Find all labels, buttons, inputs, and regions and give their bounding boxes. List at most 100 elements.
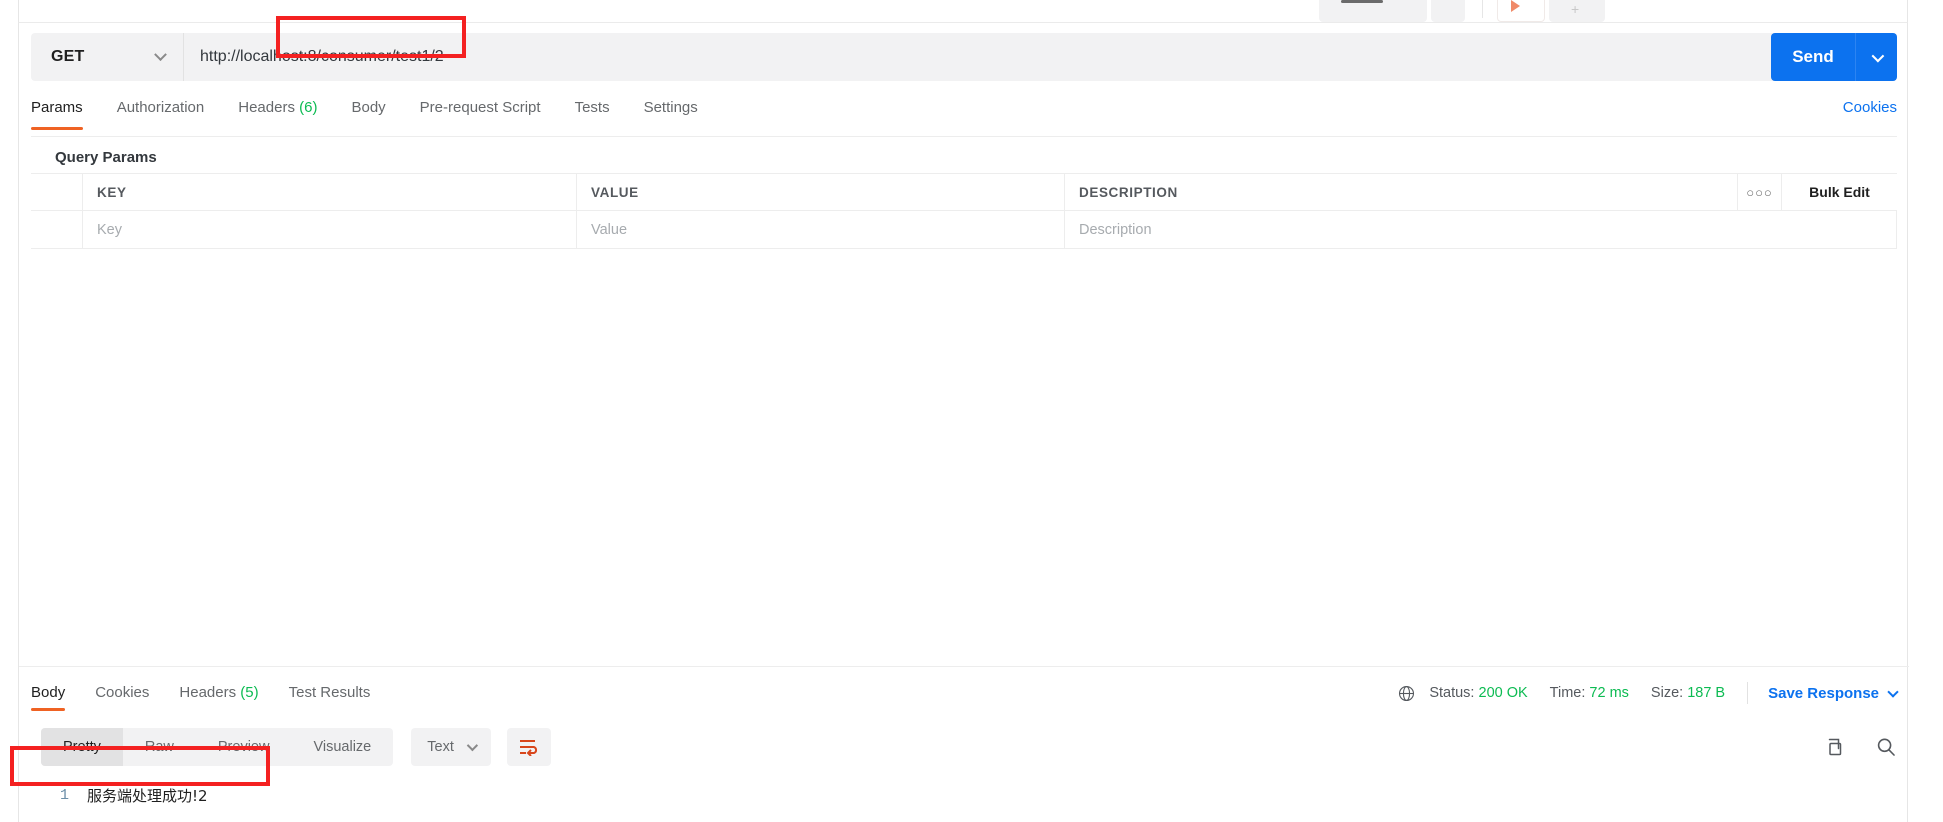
tab-tests[interactable]: Tests	[575, 93, 610, 116]
header-checkbox-cell	[31, 174, 83, 210]
toolbar-ghost-bar-icon	[1341, 0, 1383, 3]
send-options-button[interactable]	[1855, 33, 1897, 81]
cookies-link[interactable]: Cookies	[1843, 99, 1897, 116]
more-options-icon: ○○○	[1746, 184, 1773, 200]
search-button[interactable]	[1875, 736, 1897, 758]
send-button[interactable]: Send	[1771, 33, 1855, 81]
tab-pre-request-script[interactable]: Pre-request Script	[420, 93, 541, 116]
save-response-button[interactable]: Save Response	[1768, 684, 1899, 702]
bulk-edit-button[interactable]: Bulk Edit	[1782, 174, 1897, 210]
plus-icon: +	[1571, 1, 1580, 17]
row-value-input[interactable]: Value	[577, 211, 1065, 248]
query-params-table: KEY VALUE DESCRIPTION ○○○ Bulk Edit Key …	[31, 173, 1897, 249]
view-mode-raw[interactable]: Raw	[123, 728, 196, 766]
copy-icon	[1828, 738, 1842, 756]
tab-label: Authorization	[116, 99, 205, 116]
row-key-input[interactable]: Key	[83, 211, 577, 248]
url-bar: GET http://localhost:8/consumer/test1/2 …	[31, 33, 1897, 81]
tab-headers[interactable]: Headers (6)	[238, 93, 317, 116]
tab-settings[interactable]: Settings	[644, 93, 698, 116]
tab-params[interactable]: Params	[31, 93, 83, 130]
table-header-row: KEY VALUE DESCRIPTION ○○○ Bulk Edit	[31, 173, 1897, 211]
response-status-bar: Status: 200 OK Time: 72 ms Size: 187 B S…	[1398, 682, 1899, 704]
key-placeholder: Key	[97, 221, 122, 238]
table-row: Key Value Description	[31, 211, 1897, 249]
line-number: 1	[59, 786, 69, 804]
play-icon	[1511, 0, 1520, 12]
http-method-selector[interactable]: GET	[31, 33, 183, 81]
chevron-down-icon	[1887, 685, 1899, 698]
status-label: Status:	[1429, 685, 1475, 701]
status-badge: Status: 200 OK	[1429, 685, 1527, 701]
view-mode-visualize[interactable]: Visualize	[291, 728, 393, 766]
status-value: 200 OK	[1478, 685, 1528, 701]
view-mode-switcher: Pretty Raw Preview Visualize	[41, 728, 394, 766]
time-value: 72 ms	[1589, 685, 1629, 701]
response-tab-cookies[interactable]: Cookies	[95, 678, 149, 701]
body-line-text: 服务端处理成功!2	[87, 786, 208, 805]
toolbar-divider	[1482, 0, 1483, 18]
tab-authorization[interactable]: Authorization	[117, 93, 205, 116]
tab-label: Cookies	[95, 684, 150, 701]
tab-label: Headers	[238, 99, 295, 116]
toolbar-ghost-button-2[interactable]	[1431, 0, 1465, 22]
time-label: Time:	[1549, 685, 1586, 701]
tab-body[interactable]: Body	[351, 93, 385, 116]
postman-window: + GET http://localhost:8/consumer/test1/…	[0, 0, 1943, 822]
http-method-label: GET	[51, 48, 85, 65]
wrap-text-button[interactable]	[506, 728, 551, 766]
row-description-input[interactable]: Description	[1065, 211, 1897, 248]
url-text: http://localhost:8/consumer/test1/2	[200, 48, 444, 66]
tab-label: Headers	[179, 684, 237, 701]
toolbar-ghost-button-3[interactable]	[1497, 0, 1545, 22]
response-tab-test-results[interactable]: Test Results	[289, 678, 371, 701]
search-icon	[1877, 738, 1895, 756]
save-response-label: Save Response	[1768, 684, 1879, 702]
response-body-toolbar: Pretty Raw Preview Visualize Text	[41, 728, 1897, 766]
chevron-down-icon	[466, 739, 478, 752]
row-checkbox-cell[interactable]	[31, 211, 83, 248]
size-label: Size:	[1650, 685, 1684, 701]
table-options-button[interactable]: ○○○	[1738, 174, 1782, 210]
header-value: VALUE	[577, 174, 1065, 210]
body-actions	[1823, 736, 1897, 758]
right-rail	[1908, 0, 1943, 822]
view-mode-pretty[interactable]: Pretty	[41, 728, 123, 766]
response-body-content[interactable]: 1 服务端处理成功!2	[41, 775, 1897, 815]
header-description: DESCRIPTION	[1065, 174, 1738, 210]
toolbar-ghost-button-1[interactable]	[1319, 0, 1427, 22]
request-tabs: Params Authorization Headers (6) Body Pr…	[31, 93, 1897, 137]
url-prefix: http://localhost:8	[200, 48, 317, 65]
copy-button[interactable]	[1823, 736, 1845, 758]
header-key: KEY	[83, 174, 577, 210]
window-top-strip: +	[0, 0, 1943, 22]
request-response-panel: GET http://localhost:8/consumer/test1/2 …	[18, 22, 1909, 822]
request-tab-bar: Params Authorization Headers (6) Body Pr…	[31, 93, 1897, 137]
tab-label: Pre-request Script	[419, 99, 541, 116]
format-label: Text	[427, 739, 454, 755]
response-tab-headers[interactable]: Headers (5)	[179, 678, 258, 701]
url-input[interactable]: http://localhost:8/consumer/test1/2	[183, 33, 1897, 81]
globe-icon	[1399, 685, 1415, 701]
time-badge: Time: 72 ms	[1550, 685, 1629, 701]
tab-label: Params	[31, 99, 83, 116]
tab-label: Body	[31, 684, 66, 701]
empty-params-area	[31, 250, 1897, 665]
query-params-title: Query Params	[55, 149, 157, 166]
response-tab-bar: Body Cookies Headers (5) Test Results St…	[31, 678, 1899, 718]
response-tab-body[interactable]: Body	[31, 678, 66, 711]
size-badge: Size: 187 B	[1651, 685, 1725, 701]
tab-label: Body	[351, 99, 386, 116]
send-button-group: Send	[1771, 33, 1897, 81]
status-divider	[1747, 682, 1749, 704]
url-highlighted-segment: /consumer/test1/2	[316, 48, 444, 65]
tab-label: Test Results	[288, 684, 371, 701]
panel-top-edge: +	[18, 0, 1908, 22]
format-selector[interactable]: Text	[411, 728, 491, 766]
tab-count: (6)	[299, 99, 318, 116]
value-placeholder: Value	[591, 221, 628, 238]
view-mode-preview[interactable]: Preview	[196, 728, 292, 766]
tab-count: (5)	[240, 684, 259, 701]
chevron-down-icon	[1871, 49, 1885, 62]
description-placeholder: Description	[1079, 221, 1152, 238]
